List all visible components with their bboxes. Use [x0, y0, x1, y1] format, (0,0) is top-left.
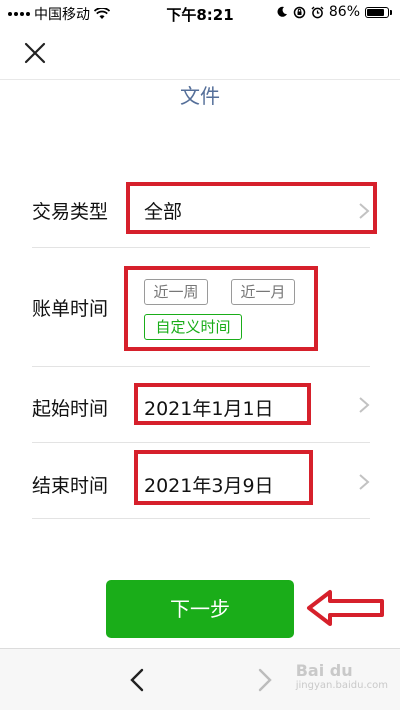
transaction-type-label: 交易类型: [32, 201, 109, 223]
bill-time-label: 账单时间: [32, 298, 109, 320]
status-right: 86%: [276, 4, 392, 20]
battery-percent: 86%: [328, 4, 360, 20]
status-bar: 中国移动 下午8:21 86%: [0, 0, 400, 26]
row-divider: [32, 366, 370, 367]
page-title: 文件: [180, 84, 220, 108]
screen: 中国移动 下午8:21 86% 文件 交易类型 全部 账单时间 近一周 近一月 …: [0, 0, 400, 710]
option-last-week[interactable]: 近一周: [144, 279, 208, 305]
forward-button[interactable]: [252, 665, 276, 695]
bottom-nav-bar: Bai du jingyan.baidu.com: [0, 648, 400, 710]
row-divider: [32, 442, 370, 443]
arrow-annotation-icon: [307, 590, 384, 626]
chevron-right-icon: [359, 474, 370, 490]
chevron-left-icon: [130, 668, 144, 692]
row-divider: [32, 247, 370, 248]
end-time-label: 结束时间: [32, 475, 109, 497]
chevron-right-icon: [359, 397, 370, 413]
start-time-label: 起始时间: [32, 398, 109, 420]
option-last-month[interactable]: 近一月: [231, 279, 295, 305]
rotation-lock-icon: [293, 6, 306, 19]
next-step-button[interactable]: 下一步: [106, 580, 294, 638]
transaction-type-value: 全部: [144, 201, 183, 223]
row-divider: [32, 518, 370, 519]
close-icon: [24, 42, 46, 64]
baidu-watermark: Bai du jingyan.baidu.com: [295, 661, 388, 691]
end-time-value: 2021年3月9日: [144, 475, 274, 497]
option-custom-time[interactable]: 自定义时间: [144, 314, 242, 340]
close-button[interactable]: [22, 40, 48, 66]
battery-icon: [365, 6, 392, 18]
chevron-right-icon: [359, 203, 370, 219]
alarm-icon: [311, 6, 324, 19]
start-time-value: 2021年1月1日: [144, 398, 274, 420]
back-button[interactable]: [126, 665, 150, 695]
chevron-right-icon: [258, 668, 272, 692]
moon-icon: [276, 6, 288, 18]
